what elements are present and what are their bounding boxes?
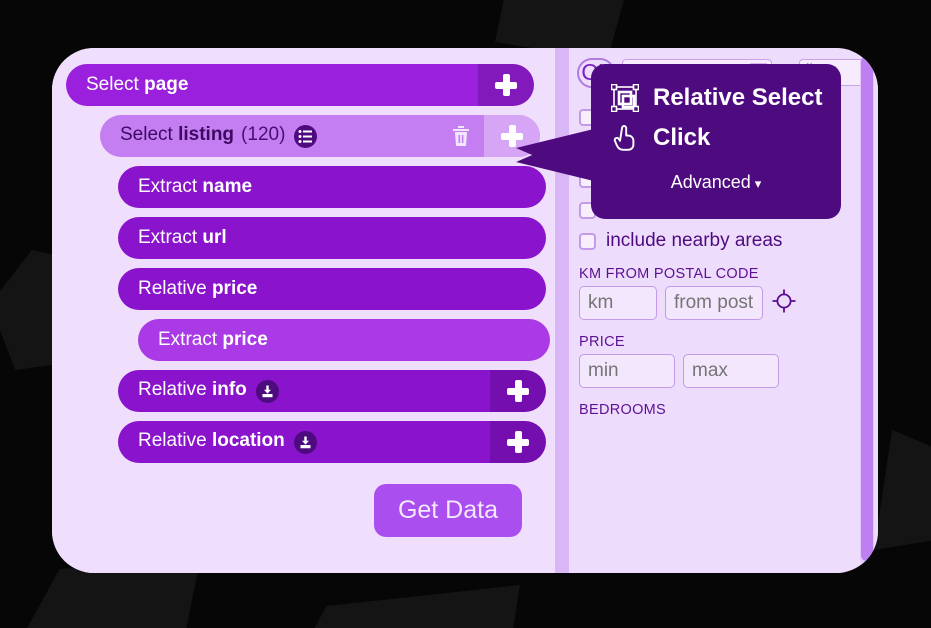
recipe-row-field: listing xyxy=(178,124,235,145)
relative-select-icon xyxy=(610,83,640,113)
advanced-toggle[interactable]: Advanced ▾ xyxy=(591,172,841,193)
recipe-row-label: Select listing (120) xyxy=(100,124,318,148)
price-min-input[interactable] xyxy=(579,354,675,388)
checkbox-icon[interactable] xyxy=(579,232,596,250)
recipe-row-select-page[interactable]: Select page xyxy=(66,64,534,106)
recipe-row-select-listing[interactable]: Select listing (120) xyxy=(100,115,540,157)
recipe-row-label: Extract url xyxy=(118,227,227,249)
scrollbar-thumb[interactable] xyxy=(861,56,873,561)
add-row-button[interactable] xyxy=(490,421,546,463)
km-input[interactable] xyxy=(579,286,657,320)
recipe-row-verb: Relative xyxy=(138,379,207,400)
get-data-button-wrap: Get Data xyxy=(66,472,541,537)
recipe-row-label: Relative location xyxy=(118,430,317,454)
recipe-row-label: Relative price xyxy=(118,278,257,300)
recipe-row-field: name xyxy=(202,176,253,197)
recipe-row-label: Extract name xyxy=(118,176,252,198)
chevron-down-icon: ▾ xyxy=(754,176,762,191)
price-max-input[interactable] xyxy=(683,354,779,388)
field-group-list: KM FROM POSTAL CODE PRICE xyxy=(579,266,868,388)
recipe-panel: Select page Select listing (120) Extract na… xyxy=(52,48,555,573)
recipe-row-verb: Relative xyxy=(138,278,207,299)
advanced-label: Advanced xyxy=(670,172,751,192)
recipe-row-verb: Extract xyxy=(158,329,218,350)
context-menu-popup: Relative Select Click Advanced ▾ xyxy=(591,64,841,219)
recipe-row-field: info xyxy=(211,379,247,400)
recipe-row-field: price xyxy=(211,278,258,299)
plus-icon xyxy=(507,431,529,453)
recipe-row-verb: Extract xyxy=(138,176,198,197)
menu-item-label: Relative Select xyxy=(653,84,823,111)
recipe-row-relative-location[interactable]: Relative location xyxy=(118,421,546,463)
recipe-row-field: page xyxy=(144,74,189,95)
recipe-row-label: Relative info xyxy=(118,379,279,403)
recipe-row-count: (120) xyxy=(241,124,286,145)
filter-checkbox-row[interactable]: include nearby areas xyxy=(579,230,868,252)
recipe-row-relative-price[interactable]: Relative price xyxy=(118,268,546,310)
field-inputs xyxy=(579,354,868,388)
recipe-row-field: location xyxy=(211,430,285,451)
download-icon[interactable] xyxy=(255,380,279,403)
screen: Select page Select listing (120) Extract na… xyxy=(0,0,931,628)
get-data-button[interactable]: Get Data xyxy=(373,484,522,537)
field-inputs xyxy=(579,286,868,320)
context-menu-items: Relative Select Click xyxy=(591,78,841,158)
add-row-button[interactable] xyxy=(490,370,546,412)
postal-input[interactable] xyxy=(665,286,763,320)
background-shape xyxy=(300,585,520,628)
vertical-scrollbar[interactable] xyxy=(860,56,874,565)
recipe-row-extract-url[interactable]: Extract url xyxy=(118,217,546,259)
recipe-row-extract-name[interactable]: Extract name xyxy=(118,166,546,208)
recipe-row-relative-info[interactable]: Relative info xyxy=(118,370,546,412)
field-legend: KM FROM POSTAL CODE xyxy=(579,266,759,282)
add-row-button[interactable] xyxy=(478,64,534,106)
plus-icon xyxy=(501,125,523,147)
recipe-row-verb: Extract xyxy=(138,227,198,248)
click-hand-icon xyxy=(611,124,639,152)
list-icon[interactable] xyxy=(294,125,318,148)
delete-row-button[interactable] xyxy=(438,115,484,157)
download-icon[interactable] xyxy=(293,431,317,454)
field-group: KM FROM POSTAL CODE xyxy=(579,266,868,320)
plus-icon xyxy=(495,74,517,96)
recipe-row-label: Select page xyxy=(66,74,188,96)
field-group: PRICE xyxy=(579,334,868,388)
recipe-row-label: Extract price xyxy=(138,329,268,351)
menu-item-click[interactable]: Click xyxy=(591,118,841,158)
locate-crosshair-icon[interactable] xyxy=(771,288,797,319)
recipe-row-list: Select page Select listing (120) Extract na… xyxy=(66,64,550,463)
recipe-row-extract-price[interactable]: Extract price xyxy=(138,319,550,361)
plus-icon xyxy=(507,380,529,402)
menu-item-label: Click xyxy=(653,124,711,151)
recipe-row-field: url xyxy=(202,227,227,248)
field-legend: PRICE xyxy=(579,334,625,350)
menu-item-relative-select[interactable]: Relative Select xyxy=(591,78,841,118)
checkbox-label: include nearby areas xyxy=(606,230,783,251)
recipe-row-field: price xyxy=(222,329,268,350)
bedrooms-group: BEDROOMS xyxy=(579,402,868,418)
recipe-row-verb: Select xyxy=(86,74,139,95)
recipe-row-verb: Relative xyxy=(138,430,207,451)
panel-divider xyxy=(555,48,569,573)
bedrooms-legend: BEDROOMS xyxy=(579,402,666,418)
recipe-row-verb: Select xyxy=(120,124,173,145)
